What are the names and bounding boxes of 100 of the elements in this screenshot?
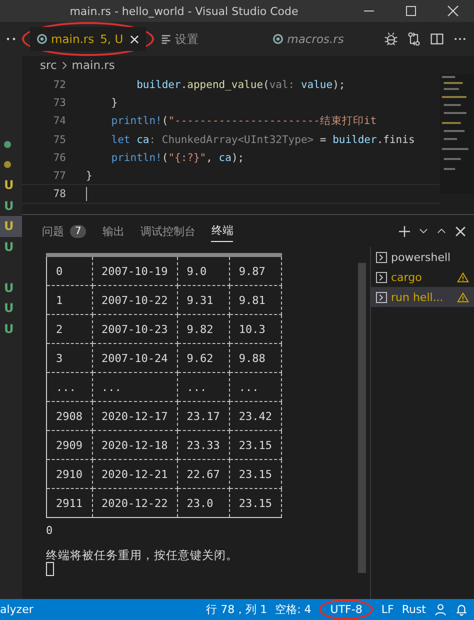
table-cell: 2908 (46, 402, 92, 430)
split-icon[interactable] (430, 32, 444, 46)
status-item[interactable]: 行 78，列 1 (206, 602, 268, 617)
chevron-right-icon (62, 60, 67, 70)
table-cell: 23.15 (229, 460, 282, 488)
status-item[interactable]: Rust (402, 603, 426, 616)
terminal-output: 0 (46, 524, 54, 538)
table-cell: 2007-10-22 (92, 286, 178, 314)
line-number: 72 (52, 79, 66, 92)
panel-tab[interactable]: 问题 7 (42, 220, 86, 242)
table-cell: 0 (46, 255, 92, 286)
terminal-list-item[interactable]: powershell (371, 247, 474, 267)
table-cell: 2020-12-17 (92, 402, 178, 430)
table-cell: 23.0 (177, 488, 230, 518)
table-cell: 9.81 (229, 286, 282, 314)
table-cell: 9.88 (229, 344, 282, 372)
panel-tab[interactable]: 调试控制台 (140, 220, 196, 242)
close-icon[interactable] (130, 34, 140, 44)
git-status-label: U (4, 301, 14, 316)
table-cell: 2911 (46, 488, 92, 518)
git-status-label: U (4, 178, 14, 192)
line-number: 73 (52, 97, 66, 110)
scrollbar[interactable] (358, 263, 366, 573)
status-item[interactable]: LF (381, 603, 394, 616)
line-number: 77 (52, 170, 66, 182)
panel-tab[interactable]: 终端 (211, 220, 234, 242)
table-cell: 9.31 (177, 286, 230, 314)
line-number: 75 (52, 134, 66, 146)
editor-tab[interactable]: 设置 (154, 22, 266, 56)
explorer-row[interactable]: U (0, 196, 22, 216)
code-line: println!("{:?}", ca); (110, 152, 244, 164)
bell-icon[interactable] (455, 603, 468, 616)
table-cell: ... (229, 372, 282, 402)
text-cursor (86, 187, 87, 202)
breadcrumb-item[interactable]: main.rs (72, 58, 115, 72)
line-number: 78 (52, 188, 66, 200)
table-cell: 9.62 (177, 344, 230, 372)
table-cell: 23.17 (177, 402, 230, 430)
table-cell: 2 (46, 314, 92, 344)
table-cell: 23.15 (229, 430, 282, 460)
table-cell: 2909 (46, 430, 92, 460)
git-status-label: U (4, 322, 14, 336)
terminal-cursor (46, 562, 54, 576)
table-cell: 10.3 (229, 314, 282, 344)
terminal-output: 终端将被任务重用，按任意键关闭。 (46, 548, 239, 562)
chevron-up-icon[interactable] (437, 228, 446, 234)
table-cell: 1 (46, 286, 92, 314)
person-icon[interactable] (434, 603, 447, 616)
git-status-label: U (4, 198, 14, 213)
table-cell: 9.0 (177, 255, 230, 286)
git-status-label: U (4, 280, 14, 295)
table-cell: 23.42 (229, 402, 282, 430)
code-line: } (110, 97, 118, 110)
line-number: 74 (52, 115, 66, 128)
table-cell: ... (46, 372, 92, 402)
chevron-down-icon[interactable] (419, 228, 428, 234)
table-cell: 9.82 (177, 314, 230, 344)
editor-tab[interactable]: main.rs 5, U (30, 27, 146, 51)
line-number: 76 (52, 152, 66, 164)
window-title: main.rs - hello_world - Visual Studio Code (68, 4, 300, 18)
status-item[interactable]: 空格: 4 (275, 602, 312, 617)
terminal-list-item[interactable]: run hell... (371, 287, 474, 307)
warning-icon (457, 292, 469, 302)
code-line: } (86, 170, 92, 182)
bug-icon[interactable] (384, 32, 398, 46)
table-cell: 2910 (46, 460, 92, 488)
table-cell: 2020-12-18 (92, 430, 178, 460)
code-line: println!("-----------------------结束打印it (110, 114, 377, 128)
table-cell: 9.87 (229, 255, 282, 286)
git-status-label: U (4, 240, 14, 254)
status-item[interactable]: alyzer (0, 603, 34, 616)
table-cell: 23.33 (177, 430, 230, 460)
table-cell: ... (92, 372, 178, 402)
git-status-label: U (4, 219, 14, 234)
table-cell: 2007-10-23 (92, 314, 178, 344)
table-cell: 22.67 (177, 460, 230, 488)
table-cell: 23.15 (229, 488, 282, 518)
code-line: builder.append_value(val: value); (136, 79, 346, 92)
terminal-icon (376, 292, 387, 302)
panel-tab[interactable]: 输出 (102, 220, 124, 242)
explorer-row[interactable]: U (0, 175, 22, 196)
terminal-icon (376, 252, 387, 262)
explorer-row[interactable]: U (0, 278, 22, 298)
table-cell: ... (177, 372, 230, 402)
table-cell: 2020-12-22 (92, 488, 178, 518)
close-icon[interactable] (455, 226, 466, 236)
table-cell: 2007-10-24 (92, 344, 178, 372)
compare-icon[interactable] (407, 32, 421, 46)
terminal-list-item[interactable]: cargo (371, 267, 474, 287)
explorer-row[interactable]: U (0, 298, 22, 318)
explorer-row[interactable]: U (0, 216, 22, 236)
status-item[interactable]: UTF-8 (330, 603, 362, 616)
editor-tab[interactable]: macros.rs (266, 22, 378, 56)
table-cell: 2007-10-19 (92, 255, 178, 286)
lines-icon (161, 34, 172, 44)
add-icon[interactable] (399, 226, 410, 236)
breadcrumb-item[interactable]: src (40, 58, 57, 72)
explorer-row[interactable]: U (0, 236, 22, 257)
explorer-row[interactable]: U (0, 318, 22, 339)
terminal-icon (376, 272, 387, 282)
